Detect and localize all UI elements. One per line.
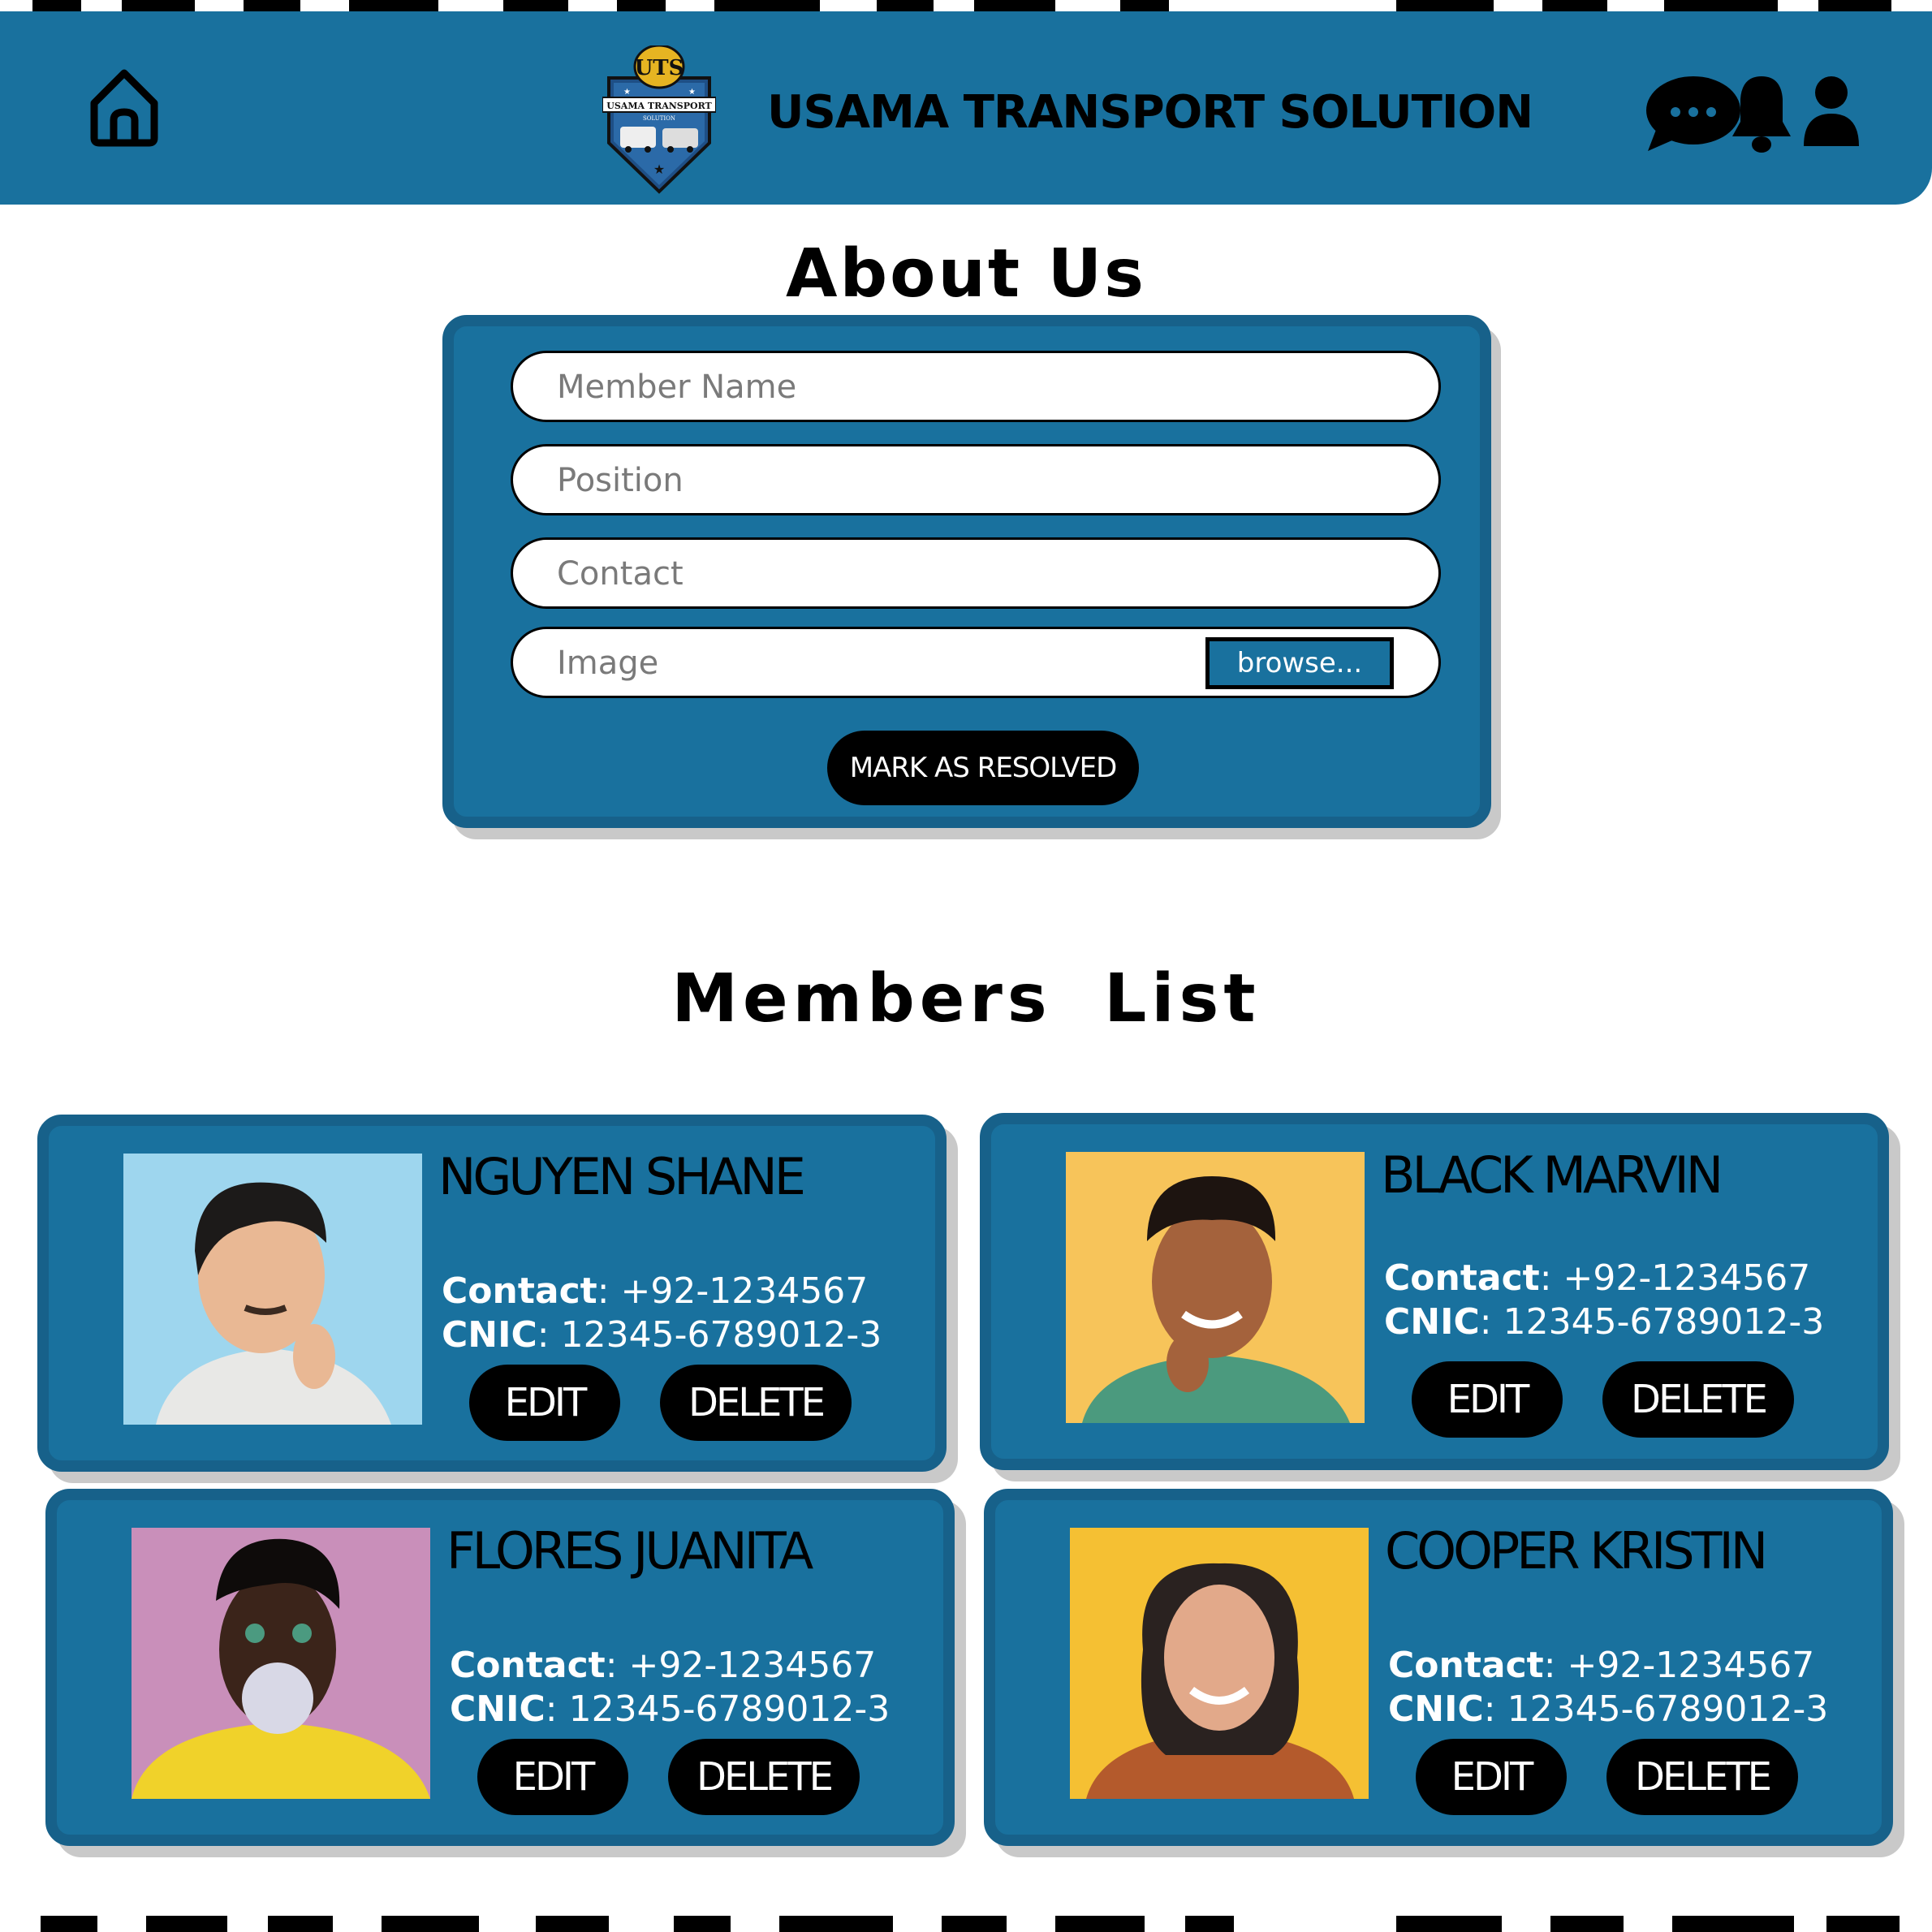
member-name: COOPER KRISTIN xyxy=(1385,1521,1768,1581)
delete-button[interactable]: DELETE xyxy=(668,1739,860,1815)
profile-button[interactable] xyxy=(1804,75,1859,146)
member-contact: Contact: +92-1234567 xyxy=(450,1645,877,1686)
edit-button[interactable]: EDIT xyxy=(469,1365,620,1441)
member-card: FLORES JUANITA Contact: +92-1234567 CNIC… xyxy=(45,1489,955,1846)
member-cnic-value: 12345-6789012-3 xyxy=(1503,1301,1825,1343)
delete-button[interactable]: DELETE xyxy=(1606,1739,1798,1815)
member-cnic: CNIC: 12345-6789012-3 xyxy=(450,1688,891,1730)
member-cnic-value: 12345-6789012-3 xyxy=(560,1314,882,1356)
contact-field xyxy=(511,537,1441,609)
member-photo xyxy=(1070,1528,1369,1799)
member-name-input[interactable] xyxy=(555,353,1289,421)
member-cnic-value: 12345-6789012-3 xyxy=(568,1688,891,1730)
position-input[interactable] xyxy=(555,446,1289,515)
position-field xyxy=(511,444,1441,515)
member-name: NGUYEN SHANE xyxy=(438,1147,806,1206)
notifications-button[interactable] xyxy=(1732,75,1791,156)
member-photo xyxy=(1066,1152,1365,1423)
member-photo xyxy=(123,1154,422,1425)
brand-title: USAMA TRANSPORT SOLUTION xyxy=(767,86,1533,139)
about-title: About Us xyxy=(785,235,1146,313)
user-icon xyxy=(1804,76,1859,146)
home-icon xyxy=(90,69,158,147)
add-member-form: browse... MARK AS RESOLVED xyxy=(442,315,1491,828)
contact-input[interactable] xyxy=(555,540,1289,608)
member-name: FLORES JUANITA xyxy=(446,1521,813,1581)
edit-button[interactable]: EDIT xyxy=(1412,1361,1563,1438)
home-button[interactable] xyxy=(88,67,161,148)
member-name: BLACK MARVIN xyxy=(1381,1145,1723,1205)
delete-button[interactable]: DELETE xyxy=(660,1365,852,1441)
member-card: COOPER KRISTIN Contact: +92-1234567 CNIC… xyxy=(984,1489,1893,1846)
svg-text:UTS: UTS xyxy=(635,56,684,80)
browse-button[interactable]: browse... xyxy=(1205,637,1394,689)
messages-button[interactable] xyxy=(1643,75,1742,153)
member-contact-value: +92-1234567 xyxy=(1567,1645,1815,1686)
member-contact: Contact: +92-1234567 xyxy=(1388,1645,1815,1686)
company-logo: UTS USAMA TRANSPORT SOLUTION ★ ★ ★ xyxy=(602,44,717,196)
member-card: NGUYEN SHANE Contact: +92-1234567 CNIC: … xyxy=(37,1115,947,1472)
member-contact-value: +92-1234567 xyxy=(628,1645,877,1686)
member-cnic: CNIC: 12345-6789012-3 xyxy=(1384,1301,1825,1343)
app-header: UTS USAMA TRANSPORT SOLUTION ★ ★ ★ USAMA … xyxy=(0,11,1932,205)
svg-text:USAMA TRANSPORT: USAMA TRANSPORT xyxy=(606,101,712,111)
edit-button[interactable]: EDIT xyxy=(1416,1739,1567,1815)
member-contact: Contact: +92-1234567 xyxy=(442,1270,869,1312)
member-cnic: CNIC: 12345-6789012-3 xyxy=(1388,1688,1829,1730)
svg-text:★: ★ xyxy=(688,88,696,97)
member-photo xyxy=(132,1528,430,1799)
top-decoration xyxy=(0,0,1932,11)
svg-text:SOLUTION: SOLUTION xyxy=(643,115,675,122)
image-input[interactable] xyxy=(555,629,1175,697)
member-contact-value: +92-1234567 xyxy=(620,1270,869,1312)
member-contact: Contact: +92-1234567 xyxy=(1384,1257,1811,1299)
member-card: BLACK MARVIN Contact: +92-1234567 CNIC: … xyxy=(980,1113,1889,1470)
members-list-title: Members List xyxy=(671,960,1261,1037)
bell-icon xyxy=(1732,76,1791,153)
edit-button[interactable]: EDIT xyxy=(477,1739,628,1815)
member-contact-value: +92-1234567 xyxy=(1563,1257,1811,1299)
mark-as-resolved-button[interactable]: MARK AS RESOLVED xyxy=(827,731,1139,805)
member-cnic-value: 12345-6789012-3 xyxy=(1507,1688,1829,1730)
member-cnic: CNIC: 12345-6789012-3 xyxy=(442,1314,882,1356)
image-field: browse... xyxy=(511,627,1441,698)
bottom-decoration xyxy=(0,1916,1932,1932)
svg-text:★: ★ xyxy=(653,162,665,177)
chat-icon xyxy=(1646,76,1740,151)
member-name-field xyxy=(511,351,1441,422)
delete-button[interactable]: DELETE xyxy=(1602,1361,1794,1438)
svg-text:★: ★ xyxy=(623,88,631,97)
